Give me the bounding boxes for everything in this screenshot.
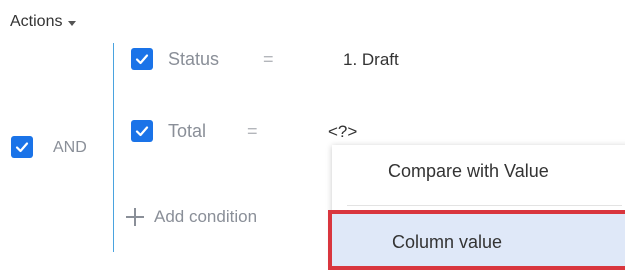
add-condition-button[interactable]: Add condition — [126, 207, 257, 227]
condition-field[interactable]: Status — [168, 49, 219, 70]
value-type-menu: Compare with Value Column value — [328, 145, 625, 270]
actions-dropdown[interactable]: Actions — [10, 13, 77, 31]
plus-icon — [126, 208, 144, 226]
checkmark-icon — [135, 54, 149, 65]
condition-field[interactable]: Total — [168, 121, 206, 142]
menu-item-compare-with-value[interactable]: Compare with Value — [332, 161, 625, 182]
menu-item-label: Compare with Value — [388, 161, 549, 181]
caret-down-icon — [68, 20, 77, 26]
condition-operator[interactable]: = — [263, 49, 274, 70]
group-connector-line — [113, 43, 114, 252]
condition-value[interactable]: <?> — [328, 122, 357, 142]
condition-value[interactable]: 1. Draft — [343, 50, 399, 70]
menu-item-column-value[interactable]: Column value — [328, 210, 625, 270]
condition-checkbox[interactable] — [131, 120, 153, 142]
condition-operator[interactable]: = — [247, 121, 258, 142]
group-checkbox[interactable] — [11, 136, 33, 158]
actions-label: Actions — [10, 13, 63, 30]
condition-checkbox[interactable] — [131, 48, 153, 70]
menu-item-label: Column value — [392, 232, 503, 252]
checkmark-icon — [135, 126, 149, 137]
group-operator-label[interactable]: AND — [53, 139, 87, 157]
add-condition-label: Add condition — [154, 207, 258, 226]
menu-divider — [347, 205, 622, 206]
checkmark-icon — [15, 142, 29, 153]
